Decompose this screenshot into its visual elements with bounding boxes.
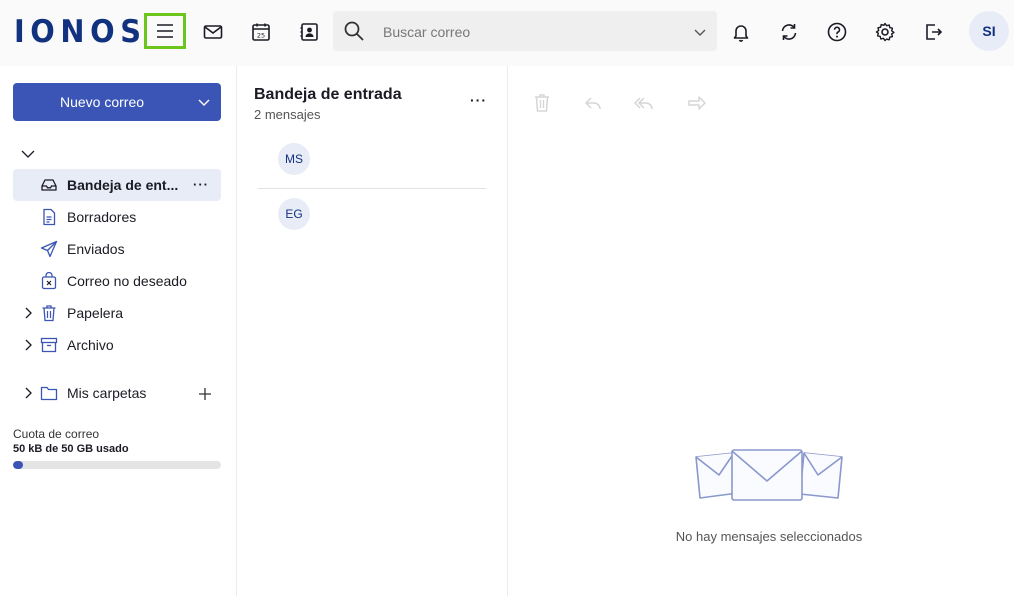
list-more-button[interactable]: ··· xyxy=(470,92,487,108)
list-title: Bandeja de entrada xyxy=(254,86,402,103)
list-count: 2 mensajes xyxy=(254,107,321,122)
folder-label: Archivo xyxy=(67,337,114,353)
folder-icon xyxy=(40,386,58,401)
send-icon xyxy=(40,240,58,258)
contacts-icon xyxy=(300,23,318,41)
folder-spam[interactable]: Correo no deseado xyxy=(13,265,221,297)
chevron-right-icon[interactable] xyxy=(21,386,35,400)
message-item[interactable]: MS xyxy=(258,143,486,199)
contacts-button[interactable] xyxy=(290,13,328,51)
menu-icon xyxy=(157,24,173,38)
calendar-button[interactable]: 25 xyxy=(242,13,280,51)
folder-label: Papelera xyxy=(67,305,124,321)
sync-button[interactable] xyxy=(770,13,808,51)
ionos-logo[interactable]: IONOS xyxy=(14,15,147,49)
message-item[interactable]: EG xyxy=(258,198,486,254)
mail-icon xyxy=(203,25,223,39)
help-icon xyxy=(827,22,847,42)
folder-archive[interactable]: Archivo xyxy=(13,329,221,361)
chevron-down-icon[interactable] xyxy=(693,25,707,39)
folder-label: Borradores xyxy=(67,209,137,225)
draft-icon xyxy=(43,208,56,226)
collapse-account-icon[interactable] xyxy=(20,146,36,162)
spam-icon xyxy=(41,272,57,290)
gear-icon xyxy=(875,22,895,42)
sync-icon xyxy=(781,24,797,40)
menu-button[interactable] xyxy=(144,13,186,49)
trash-icon[interactable] xyxy=(531,92,553,114)
chevron-right-icon[interactable] xyxy=(21,306,35,320)
calendar-day-text: 25 xyxy=(257,32,265,40)
top-bar: IONOS 25 SI xyxy=(0,0,1014,66)
forward-icon[interactable] xyxy=(686,92,708,114)
empty-state-text: No hay mensajes seleccionados xyxy=(675,529,863,544)
envelopes-illustration xyxy=(695,449,843,501)
message-list: Bandeja de entrada 2 mensajes ··· MS EG xyxy=(238,66,508,596)
quota-progress-fill xyxy=(13,461,24,469)
search-input[interactable] xyxy=(383,21,673,43)
folder-label: Bandeja de ent... xyxy=(67,177,179,193)
logout-button[interactable] xyxy=(914,13,952,51)
reply-all-icon[interactable] xyxy=(633,92,655,114)
chevron-down-icon[interactable] xyxy=(197,95,211,109)
folder-label: Correo no deseado xyxy=(67,273,187,289)
chevron-right-icon[interactable] xyxy=(21,338,35,352)
settings-button[interactable] xyxy=(866,13,904,51)
quota-title: Cuota de correo xyxy=(13,427,100,441)
folder-label: Mis carpetas xyxy=(67,385,147,401)
search-icon xyxy=(344,21,364,41)
quota-progress-bar xyxy=(13,461,221,469)
inbox-icon xyxy=(41,179,57,191)
search-bar[interactable] xyxy=(333,11,717,51)
reading-pane: No hay mensajes seleccionados xyxy=(509,66,1014,596)
new-mail-button[interactable]: Nuevo correo xyxy=(13,83,221,121)
folder-drafts[interactable]: Borradores xyxy=(13,201,221,233)
new-mail-label: Nuevo correo xyxy=(59,94,145,110)
sidebar: Nuevo correo Bandeja de ent... ··· Borra… xyxy=(0,66,237,596)
folder-trash[interactable]: Papelera xyxy=(13,297,221,329)
quota-used: 50 kB de 50 GB usado xyxy=(13,443,129,455)
message-divider xyxy=(258,188,486,189)
folder-more-button[interactable]: ··· xyxy=(193,177,209,192)
sender-avatar: EG xyxy=(278,198,310,230)
folder-label: Enviados xyxy=(67,241,125,257)
notifications-button[interactable] xyxy=(722,13,760,51)
help-button[interactable] xyxy=(818,13,856,51)
calendar-icon: 25 xyxy=(252,23,270,41)
add-folder-icon[interactable] xyxy=(197,386,213,402)
logout-icon xyxy=(926,24,943,40)
user-avatar[interactable]: SI xyxy=(969,11,1009,51)
bell-icon xyxy=(733,25,749,42)
folder-my-folders[interactable]: Mis carpetas xyxy=(13,377,221,409)
archive-icon xyxy=(40,337,58,353)
reply-icon[interactable] xyxy=(582,92,604,114)
sender-avatar: MS xyxy=(278,143,310,175)
folder-sent[interactable]: Enviados xyxy=(13,233,221,265)
folder-inbox[interactable]: Bandeja de ent... ··· xyxy=(13,169,221,201)
trash-icon xyxy=(42,305,56,322)
mail-button[interactable] xyxy=(194,13,232,51)
